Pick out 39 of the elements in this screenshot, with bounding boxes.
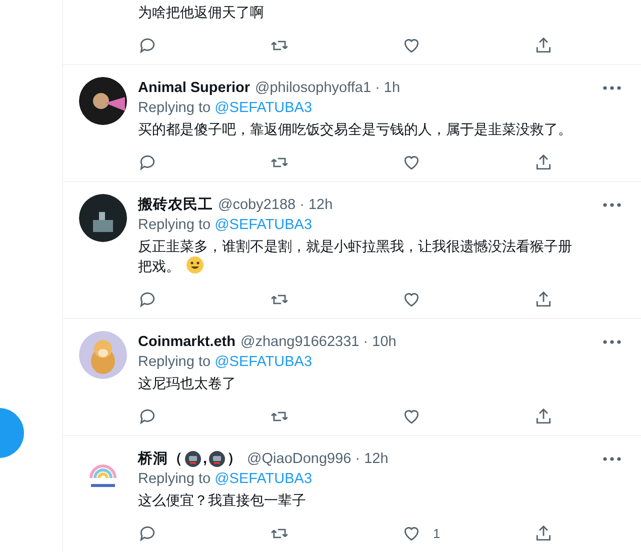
share-icon[interactable] [534,36,553,54]
tweet-text: 这么便宜？我直接包一辈子 [138,491,307,510]
share-icon[interactable] [534,152,553,172]
tweet-text: 这尼玛也太卷了 [138,374,237,393]
share-icon[interactable] [534,290,553,308]
replying-label: Replying to [138,471,211,487]
reply-icon[interactable] [138,36,157,54]
user-handle[interactable]: @zhang91662331 · 10h [240,334,396,350]
user-name: ） [227,450,242,468]
user-name[interactable]: 桥洞（ [138,449,183,468]
more-icon[interactable] [603,202,621,206]
smile-icon [186,256,204,274]
more-icon[interactable] [603,340,621,344]
share-icon[interactable] [534,524,553,542]
user-name: , [203,450,208,466]
user-name[interactable]: Animal Superior [138,80,250,96]
avatar[interactable] [79,77,127,125]
more-icon[interactable] [603,86,621,90]
replying-label: Replying to [138,354,211,370]
reply-icon[interactable] [138,406,157,426]
user-handle[interactable]: @QiaoDong996 · 12h [247,450,388,466]
avatar[interactable] [79,194,127,242]
share-icon[interactable] [534,406,553,426]
train-icon [209,450,226,466]
tweet-text: 反正韭菜多，谁割不是割，就是小虾拉黑我，让我很遗憾没法看猴子册把戏。 [138,237,573,276]
user-name[interactable]: 搬砖农民工 [138,195,213,214]
tweet-text: 为啥把他返佣天了啊 [138,3,265,22]
tweet-text: 买的都是傻子吧，靠返佣吃饭交易全是亏钱的人，属于是韭菜没救了。 [138,120,573,139]
like-count: 1 [433,526,440,540]
reply-icon[interactable] [138,524,157,542]
user-name[interactable]: Coinmarkt.eth [138,334,236,350]
replying-label: Replying to [138,100,211,116]
replying-label: Replying to [138,217,211,233]
reply-icon[interactable] [138,290,157,308]
user-handle[interactable]: @philosophyoffa1 · 1h [255,80,400,96]
reply-icon[interactable] [138,152,157,172]
more-icon[interactable] [603,456,621,460]
train-icon [185,450,201,466]
user-handle[interactable]: @coby2188 · 12h [218,196,333,212]
